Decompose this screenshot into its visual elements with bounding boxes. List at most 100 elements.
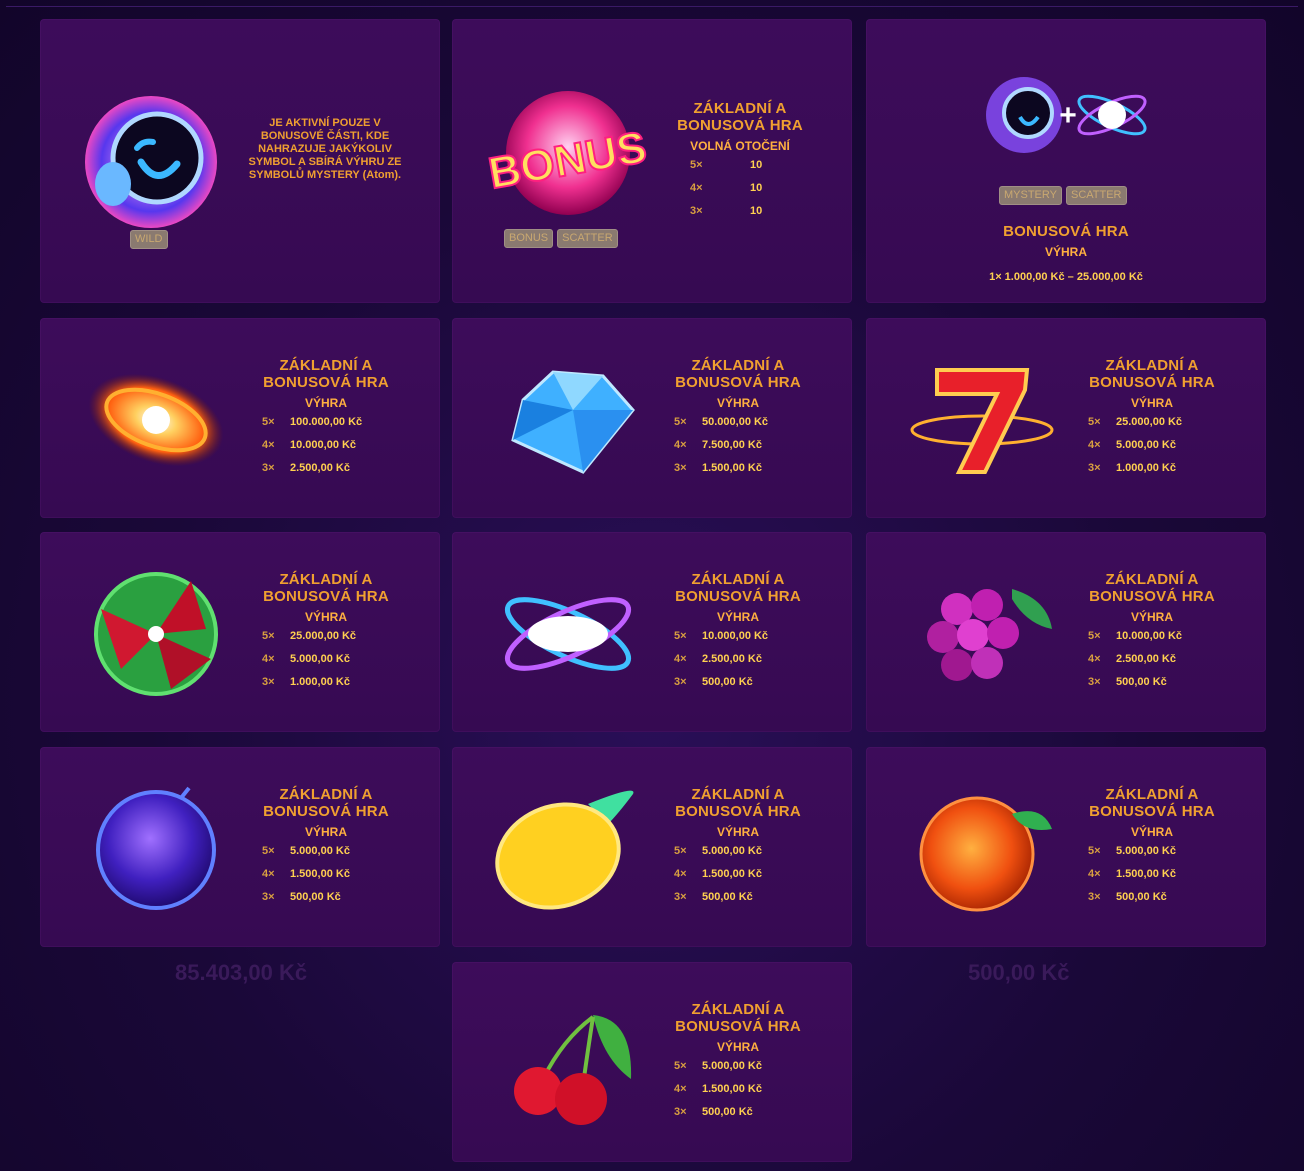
card-title: ZÁKLADNÍ A BONUSOVÁ HRA xyxy=(263,786,389,820)
mystery-tags: MYSTERY SCATTER xyxy=(999,186,1127,205)
multiplier: 3× xyxy=(674,462,687,474)
payout-value: 5.000,00 Kč xyxy=(1116,439,1176,451)
orange-icon xyxy=(902,779,1062,919)
card-title: ZÁKLADNÍ A BONUSOVÁ HRA xyxy=(1089,571,1215,605)
atom-icon xyxy=(488,564,648,704)
multiplier: 4× xyxy=(1088,439,1101,451)
card-subtitle: VÝHRA xyxy=(1130,610,1173,624)
lemon-icon xyxy=(488,779,648,919)
symbol-card: ZÁKLADNÍ A BONUSOVÁ HRA VÝHRA 5× 5.000,00 K… xyxy=(40,747,440,947)
multiplier: 4× xyxy=(1088,653,1101,665)
multiplier: 3× xyxy=(674,676,687,688)
card-title: ZÁKLADNÍ A BONUSOVÁ HRA xyxy=(675,1001,801,1035)
payout-rows: 5× 25.000,00 Kč 4× 5.000,00 Kč 3× 1.000,00 Kč xyxy=(1088,416,1216,474)
payout-value: 500,00 Kč xyxy=(1116,891,1167,903)
card-title: ZÁKLADNÍ A BONUSOVÁ HRA xyxy=(1089,357,1215,391)
card-subtitle: VÝHRA xyxy=(716,825,759,839)
symbol-paytable: ZÁKLADNÍ A BONUSOVÁ HRA VÝHRA 5× 25.000,00 … xyxy=(236,571,416,688)
symbol-card: ZÁKLADNÍ A BONUSOVÁ HRA VÝHRA 5× 10.000,00 … xyxy=(452,532,852,732)
multiplier: 5× xyxy=(1088,845,1101,857)
card-title: ZÁKLADNÍ A BONUSOVÁ HRA xyxy=(1089,786,1215,820)
multiplier: 5× xyxy=(674,630,687,642)
symbol-paytable: ZÁKLADNÍ A BONUSOVÁ HRA VÝHRA 5× 5.000,00 K… xyxy=(1062,786,1242,903)
payout-value: 500,00 Kč xyxy=(1116,676,1167,688)
payout-rows: 5× 50.000,00 Kč 4× 7.500,00 Kč 3× 1.500,00 Kč xyxy=(674,416,802,474)
multiplier: 5× xyxy=(674,1060,687,1072)
card-subtitle: VÝHRA xyxy=(1130,825,1173,839)
symbol-paytable: ZÁKLADNÍ A BONUSOVÁ HRA VÝHRA 5× 10.000,00 … xyxy=(648,571,828,688)
symbol-paytable: ZÁKLADNÍ A BONUSOVÁ HRA VÝHRA 5× 5.000,00 K… xyxy=(236,786,416,903)
card-subtitle: VÝHRA xyxy=(716,396,759,410)
multiplier: 3× xyxy=(690,205,703,217)
payout-rows: 5× 25.000,00 Kč 4× 5.000,00 Kč 3× 1.000,00 Kč xyxy=(262,630,390,688)
payout-rows: 5× 5.000,00 Kč 4× 1.500,00 Kč 3× 500,00 Kč xyxy=(674,845,802,903)
card-subtitle: VOLNÁ OTOČENÍ xyxy=(690,139,790,153)
card-subtitle: VÝHRA xyxy=(716,610,759,624)
payout-value: 50.000,00 Kč xyxy=(702,416,769,428)
grapes-icon xyxy=(902,564,1062,704)
tag-label: WILD xyxy=(130,230,168,249)
card-title: ZÁKLADNÍ A BONUSOVÁ HRA xyxy=(675,357,801,391)
symbol-paytable: ZÁKLADNÍ A BONUSOVÁ HRA VÝHRA 5× 50.000,00 … xyxy=(648,357,828,474)
payout-value: 10 xyxy=(750,205,763,217)
multiplier: 3× xyxy=(262,676,275,688)
card-subtitle: VÝHRA xyxy=(304,396,347,410)
payout-value: 5.000,00 Kč xyxy=(290,653,350,665)
multiplier: 5× xyxy=(262,630,275,642)
payout-rows: 5× 5.000,00 Kč 4× 1.500,00 Kč 3× 500,00 Kč xyxy=(262,845,390,903)
symbol-card: ZÁKLADNÍ A BONUSOVÁ HRA VÝHRA 5× 25.000,00 … xyxy=(40,532,440,732)
symbol-paytable: ZÁKLADNÍ A BONUSOVÁ HRA VÝHRA 5× 10.000,00 … xyxy=(1062,571,1242,688)
card-subtitle: VÝHRA xyxy=(1044,245,1087,259)
multiplier: 4× xyxy=(674,1083,687,1095)
symbol-card: ZÁKLADNÍ A BONUSOVÁ HRA VÝHRA 5× 50.000,00 … xyxy=(452,318,852,518)
payout-value: 10 xyxy=(750,182,763,194)
payout-value: 5.000,00 Kč xyxy=(1116,845,1176,857)
payout-value: 10.000,00 Kč xyxy=(1116,630,1183,642)
card-subtitle: VÝHRA xyxy=(304,825,347,839)
payout-value: 1.500,00 Kč xyxy=(1116,868,1176,880)
bonus-paytable: ZÁKLADNÍ A BONUSOVÁ HRA VOLNÁ OTOČENÍ 5×… xyxy=(650,100,830,217)
tag-bonus: BONUS xyxy=(504,229,554,248)
multiplier: 5× xyxy=(262,845,275,857)
multiplier: 5× xyxy=(1088,630,1101,642)
card-title: ZÁKLADNÍ A BONUSOVÁ HRA xyxy=(675,786,801,820)
wild-tag: WILD xyxy=(130,229,168,249)
multiplier: 5× xyxy=(690,159,703,171)
symbol-card: ZÁKLADNÍ A BONUSOVÁ HRA VÝHRA 5× 5.000,00 K… xyxy=(866,747,1266,947)
symbol-card: ZÁKLADNÍ A BONUSOVÁ HRA VÝHRA 5× 5.000,00 K… xyxy=(452,747,852,947)
cherry-icon xyxy=(488,994,648,1134)
payout-value: 500,00 Kč xyxy=(702,676,753,688)
watermelon-icon xyxy=(76,564,236,704)
payout-rows: 5× 10.000,00 Kč 4× 2.500,00 Kč 3× 500,00 Kč xyxy=(1088,630,1216,688)
card-title: BONUSOVÁ HRA xyxy=(1003,223,1129,240)
payout-value: 100.000,00 Kč xyxy=(290,416,363,428)
bonus-icon: BONUS xyxy=(488,83,648,223)
payout-rows: 5× 10.000,00 Kč 4× 2.500,00 Kč 3× 500,00 Kč xyxy=(674,630,802,688)
multiplier: 5× xyxy=(674,845,687,857)
symbol-card: ZÁKLADNÍ A BONUSOVÁ HRA VÝHRA 5× 100.000,00… xyxy=(40,318,440,518)
payout-value: 25.000,00 Kč xyxy=(290,630,357,642)
plum-icon xyxy=(76,779,236,919)
tag-scatter: SCATTER xyxy=(1065,186,1127,205)
svg-text:+: + xyxy=(1059,99,1077,132)
multiplier: 3× xyxy=(262,462,275,474)
payout-value: 1.500,00 Kč xyxy=(702,1083,762,1095)
mystery-paytable: BONUSOVÁ HRA VÝHRA 1× 1.000,00 Kč – 25.0… xyxy=(926,223,1206,283)
multiplier: 4× xyxy=(674,439,687,451)
card-subtitle: VÝHRA xyxy=(1130,396,1173,410)
payout-value: 1.500,00 Kč xyxy=(702,462,762,474)
payout-value: 500,00 Kč xyxy=(702,1106,753,1118)
multiplier: 4× xyxy=(262,868,275,880)
tag-scatter: SCATTER xyxy=(557,229,618,248)
payout-rows: 5× 5.000,00 Kč 4× 1.500,00 Kč 3× 500,00 Kč xyxy=(674,1060,802,1118)
symbol-card: ZÁKLADNÍ A BONUSOVÁ HRA VÝHRA 5× 5.000,00 K… xyxy=(452,962,852,1162)
payout-value: 5.000,00 Kč xyxy=(702,1060,762,1072)
multiplier: 4× xyxy=(1088,868,1101,880)
symbol-paytable: ZÁKLADNÍ A BONUSOVÁ HRA VÝHRA 5× 100.000,00… xyxy=(236,357,416,474)
card-title: ZÁKLADNÍ A BONUSOVÁ HRA xyxy=(675,571,801,605)
payout-value: 5.000,00 Kč xyxy=(702,845,762,857)
astronaut-wild-icon xyxy=(76,87,226,237)
payout-rows: 5× 100.000,00 Kč 4× 10.000,00 Kč 3× 2.500,00 … xyxy=(262,416,390,474)
multiplier: 4× xyxy=(690,182,703,194)
multiplier: 5× xyxy=(262,416,275,428)
